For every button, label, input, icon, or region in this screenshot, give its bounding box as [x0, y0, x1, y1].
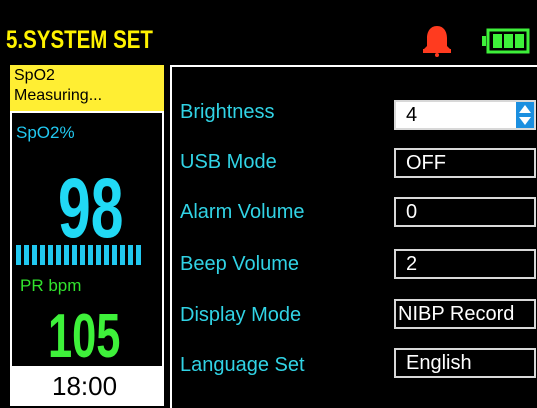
alarm-volume-select[interactable]: 0	[394, 197, 536, 227]
display-mode-label: Display Mode	[180, 304, 302, 326]
beep-volume-label: Beep Volume	[180, 253, 299, 275]
pleth-segment	[136, 245, 141, 265]
pleth-segment	[80, 245, 85, 265]
bell-icon[interactable]	[420, 23, 454, 57]
up-down-arrows-icon[interactable]	[516, 102, 534, 128]
pr-label: PR bpm	[20, 276, 82, 295]
pleth-segment	[56, 245, 61, 265]
alarm-volume-label: Alarm Volume	[180, 201, 305, 223]
status-text: Measuring...	[14, 87, 103, 104]
language-select[interactable]: English	[394, 348, 536, 378]
usb-mode-select[interactable]: OFF	[394, 148, 536, 178]
pleth-segment	[24, 245, 29, 265]
spo2-label: SpO2%	[16, 123, 75, 142]
pleth-segment	[72, 245, 77, 265]
beep-volume-select[interactable]: 2	[394, 249, 536, 279]
usb-mode-label: USB Mode	[180, 151, 277, 173]
display-mode-select[interactable]: NIBP Record	[394, 299, 536, 329]
pleth-segment	[128, 245, 133, 265]
language-set-label: Language Set	[180, 354, 305, 376]
pleth-segment	[96, 245, 101, 265]
brightness-select[interactable]: 4	[394, 100, 536, 130]
measuring-status-box: SpO2 Measuring...	[10, 65, 164, 111]
brightness-value: 4	[406, 104, 418, 126]
pleth-segment	[16, 245, 21, 265]
pleth-segment	[32, 245, 37, 265]
pleth-segment	[112, 245, 117, 265]
pleth-segment	[40, 245, 45, 265]
pleth-segment	[120, 245, 125, 265]
pr-value: 105	[48, 302, 121, 371]
status-param-label: SpO2	[14, 67, 55, 84]
pleth-segment	[88, 245, 93, 265]
clock-time: 18:00	[52, 371, 118, 401]
spo2-value: 98	[58, 161, 124, 255]
pleth-segment	[48, 245, 53, 265]
pleth-bargraph	[16, 245, 152, 265]
pleth-segment	[64, 245, 69, 265]
page-title: 5.SYSTEM SET	[6, 26, 153, 54]
pleth-segment	[104, 245, 109, 265]
brightness-label: Brightness	[180, 101, 275, 123]
battery-icon	[482, 28, 530, 54]
